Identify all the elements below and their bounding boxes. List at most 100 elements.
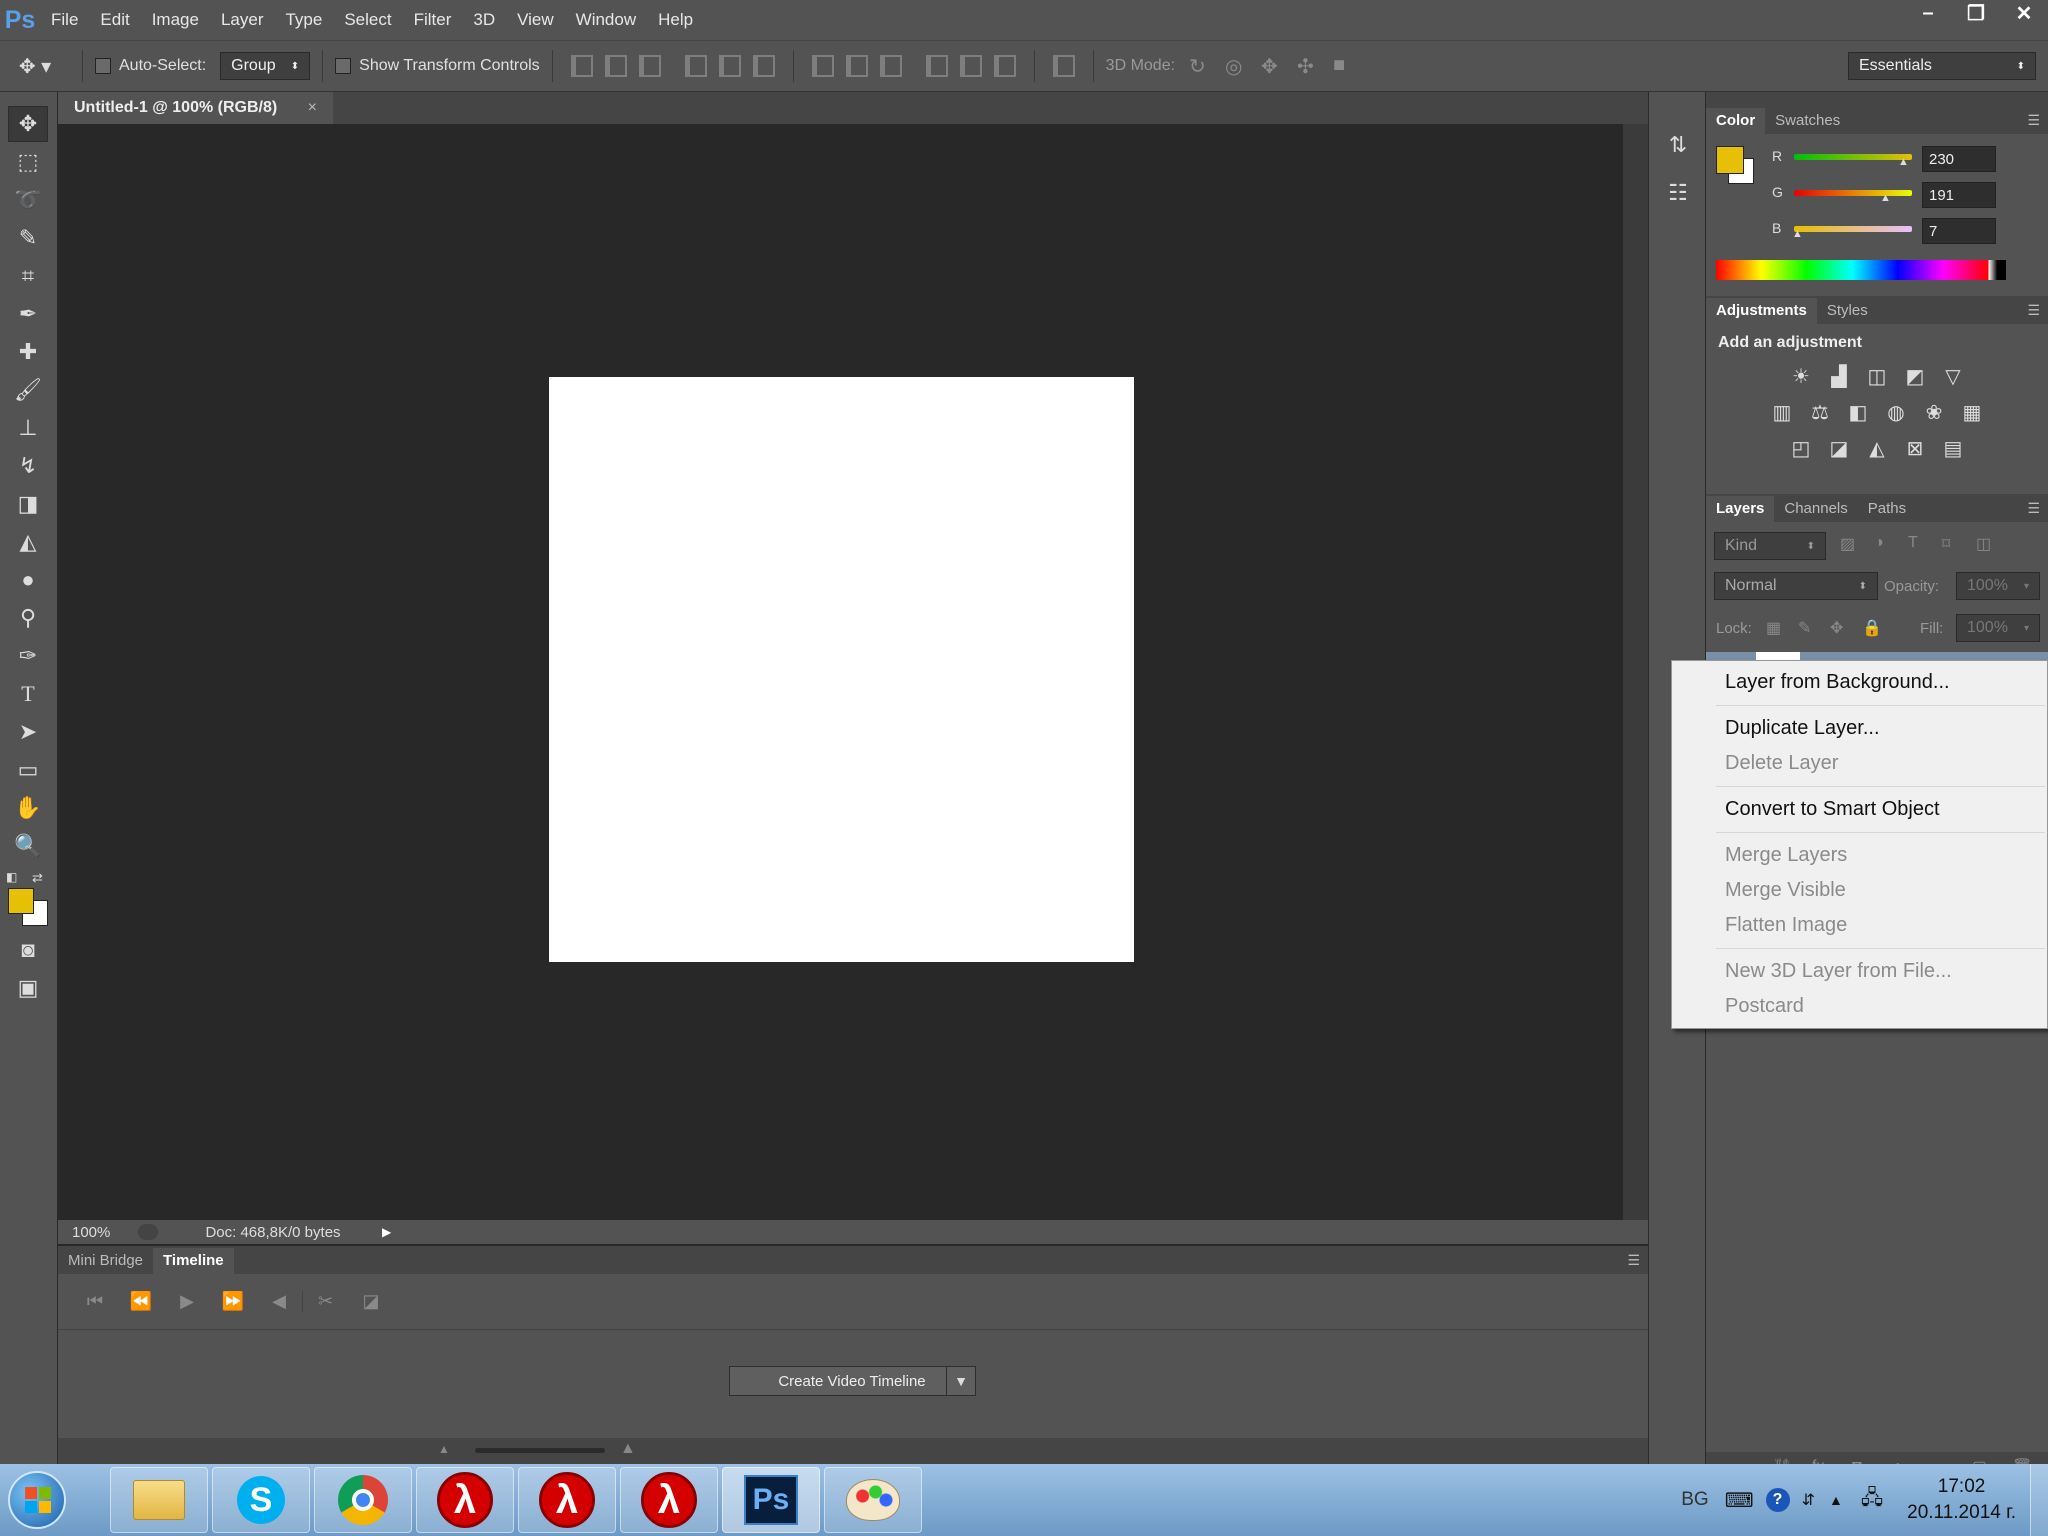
selective-color-icon[interactable]: ⊠ — [1901, 436, 1929, 460]
healing-brush-tool-icon[interactable]: ✚ — [8, 334, 48, 370]
photo-filter-icon[interactable]: ◍ — [1882, 400, 1910, 424]
channel-r-slider[interactable] — [1794, 154, 1912, 160]
tab-channels[interactable]: Channels — [1774, 496, 1857, 522]
menu-item-flatten-image[interactable]: Flatten Image — [1672, 908, 2047, 943]
distribute-top-icon[interactable] — [811, 55, 834, 77]
minimize-button[interactable]: – — [1904, 0, 1952, 26]
smart-object-filter-icon[interactable]: ◫ — [1976, 534, 2010, 554]
lock-all-icon[interactable]: 🔒 — [1862, 618, 1894, 638]
pen-tool-icon[interactable]: ✑ — [8, 638, 48, 674]
tab-color[interactable]: Color — [1706, 108, 1766, 134]
history-brush-tool-icon[interactable]: ↯ — [8, 448, 48, 484]
close-tab-icon[interactable]: × — [308, 99, 317, 117]
split-icon[interactable]: ✂ — [302, 1291, 348, 1312]
next-frame-icon[interactable]: ⏩ — [210, 1291, 256, 1312]
slider-thumb-icon[interactable]: ▲ — [1898, 156, 1909, 168]
hue-saturation-icon[interactable]: ▥ — [1768, 400, 1796, 424]
path-selection-tool-icon[interactable]: ➤ — [8, 714, 48, 750]
channel-b-input[interactable]: 7 — [1922, 218, 1996, 244]
tab-timeline[interactable]: Timeline — [153, 1248, 234, 1274]
zoom-tool-icon[interactable]: 🔍 — [8, 828, 48, 864]
clone-stamp-tool-icon[interactable]: ⊥ — [8, 410, 48, 446]
menu-filter[interactable]: Filter — [403, 0, 463, 40]
color-spectrum-bar[interactable] — [1716, 260, 2006, 280]
lock-position-icon[interactable]: ✥ — [1830, 618, 1862, 638]
menu-file[interactable]: File — [40, 0, 89, 40]
menu-3d[interactable]: 3D — [462, 0, 506, 40]
rectangle-tool-icon[interactable]: ▭ — [8, 752, 48, 788]
channel-g-input[interactable]: 191 — [1922, 182, 1996, 208]
panel-menu-icon[interactable]: ☰ — [2027, 302, 2040, 319]
play-icon[interactable]: ▶ — [164, 1291, 210, 1312]
paint-bucket-tool-icon[interactable]: ◭ — [8, 524, 48, 560]
invert-icon[interactable]: ◰ — [1787, 436, 1815, 460]
adjustment-filter-icon[interactable]: ◑ — [1874, 534, 1908, 554]
crop-tool-icon[interactable]: ⌗ — [8, 258, 48, 294]
distribute-left-icon[interactable] — [925, 55, 948, 77]
tab-paths[interactable]: Paths — [1858, 496, 1916, 522]
blur-tool-icon[interactable]: ● — [8, 562, 48, 598]
status-menu-arrow-icon[interactable]: ▶ — [382, 1225, 398, 1239]
tab-adjustments[interactable]: Adjustments — [1706, 298, 1817, 324]
menu-edit[interactable]: Edit — [89, 0, 140, 40]
3d-pan-icon[interactable]: ✥ — [1261, 54, 1297, 79]
foreground-color-swatch[interactable] — [1716, 146, 1744, 174]
pixel-filter-icon[interactable]: ▨ — [1840, 534, 1874, 554]
create-video-timeline-button[interactable]: Create Video Timeline — [729, 1366, 975, 1396]
auto-align-icon[interactable] — [1052, 55, 1075, 77]
auto-select-dropdown[interactable]: Group ⬍ — [220, 52, 311, 80]
slider-thumb-icon[interactable]: ▲ — [1880, 192, 1891, 204]
menu-item-delete-layer[interactable]: Delete Layer — [1672, 746, 2047, 781]
panel-menu-icon[interactable]: ☰ — [2027, 112, 2040, 129]
levels-icon[interactable]: ▟ — [1825, 364, 1853, 388]
network-share-icon[interactable]: ⇵ — [1796, 1490, 1821, 1510]
keyboard-icon[interactable]: ⌨ — [1719, 1488, 1760, 1513]
3d-slide-icon[interactable]: ✣ — [1297, 54, 1333, 79]
show-transform-checkbox[interactable] — [335, 58, 352, 74]
show-desktop-button[interactable] — [2030, 1464, 2048, 1536]
timeline-type-dropdown-icon[interactable]: ▼ — [946, 1366, 976, 1396]
document-canvas[interactable] — [549, 377, 1134, 962]
menu-type[interactable]: Type — [274, 0, 333, 40]
show-hidden-icons-icon[interactable]: ▲ — [1821, 1492, 1851, 1508]
previous-frame-icon[interactable]: ⏪ — [118, 1291, 164, 1312]
color-balance-icon[interactable]: ⚖ — [1806, 400, 1834, 424]
menu-item-new-3d-layer-from-file[interactable]: New 3D Layer from File... — [1672, 954, 2047, 989]
taskbar-paint-icon[interactable] — [824, 1467, 922, 1533]
layer-kind-filter[interactable]: Kind ⬍ — [1714, 532, 1826, 560]
vertical-scrollbar[interactable] — [1623, 124, 1648, 1220]
menu-select[interactable]: Select — [333, 0, 402, 40]
default-colors-icon[interactable]: ◧ — [6, 870, 17, 884]
align-left-icon[interactable] — [684, 55, 707, 77]
workspace-dropdown[interactable]: Essentials ⬍ — [1848, 52, 2036, 80]
taskbar-half-life-icon[interactable]: λ — [620, 1467, 718, 1533]
channel-g-slider[interactable] — [1794, 190, 1912, 196]
channel-r-input[interactable]: 230 — [1922, 146, 1996, 172]
screen-mode-icon[interactable]: ▣ — [8, 970, 48, 1006]
audio-icon[interactable]: ◀ — [256, 1291, 302, 1312]
tab-swatches[interactable]: Swatches — [1765, 108, 1850, 134]
distribute-hcenter-icon[interactable] — [959, 55, 982, 77]
go-to-first-frame-icon[interactable]: ⏮ — [72, 1291, 118, 1312]
lock-pixels-icon[interactable]: ✎ — [1798, 618, 1830, 638]
taskbar-chrome-icon[interactable] — [314, 1467, 412, 1533]
taskbar-photoshop-icon[interactable]: Ps — [722, 1467, 820, 1533]
timeline-zoom-slider[interactable] — [475, 1448, 605, 1453]
type-tool-icon[interactable]: T — [8, 676, 48, 712]
panel-menu-icon[interactable]: ☰ — [1627, 1252, 1640, 1269]
network-icon[interactable]: 🖧 — [1851, 1483, 1893, 1517]
help-icon[interactable]: ? — [1765, 1488, 1790, 1512]
hand-tool-icon[interactable]: ✋ — [8, 790, 48, 826]
posterize-icon[interactable]: ◪ — [1825, 436, 1853, 460]
brush-tool-icon[interactable]: 🖌 — [8, 372, 48, 408]
foreground-color-swatch[interactable] — [8, 888, 34, 914]
lasso-tool-icon[interactable]: ➰ — [8, 182, 48, 218]
align-bottom-icon[interactable] — [638, 55, 661, 77]
menu-image[interactable]: Image — [141, 0, 210, 40]
close-button[interactable]: ✕ — [2000, 0, 2048, 26]
3d-scale-icon[interactable]: ■ — [1333, 54, 1369, 79]
marquee-tool-icon[interactable]: ⬚ — [8, 144, 48, 180]
auto-select-checkbox[interactable] — [95, 58, 111, 74]
start-button[interactable] — [0, 1465, 74, 1535]
restore-button[interactable]: ❐ — [1952, 0, 2000, 26]
